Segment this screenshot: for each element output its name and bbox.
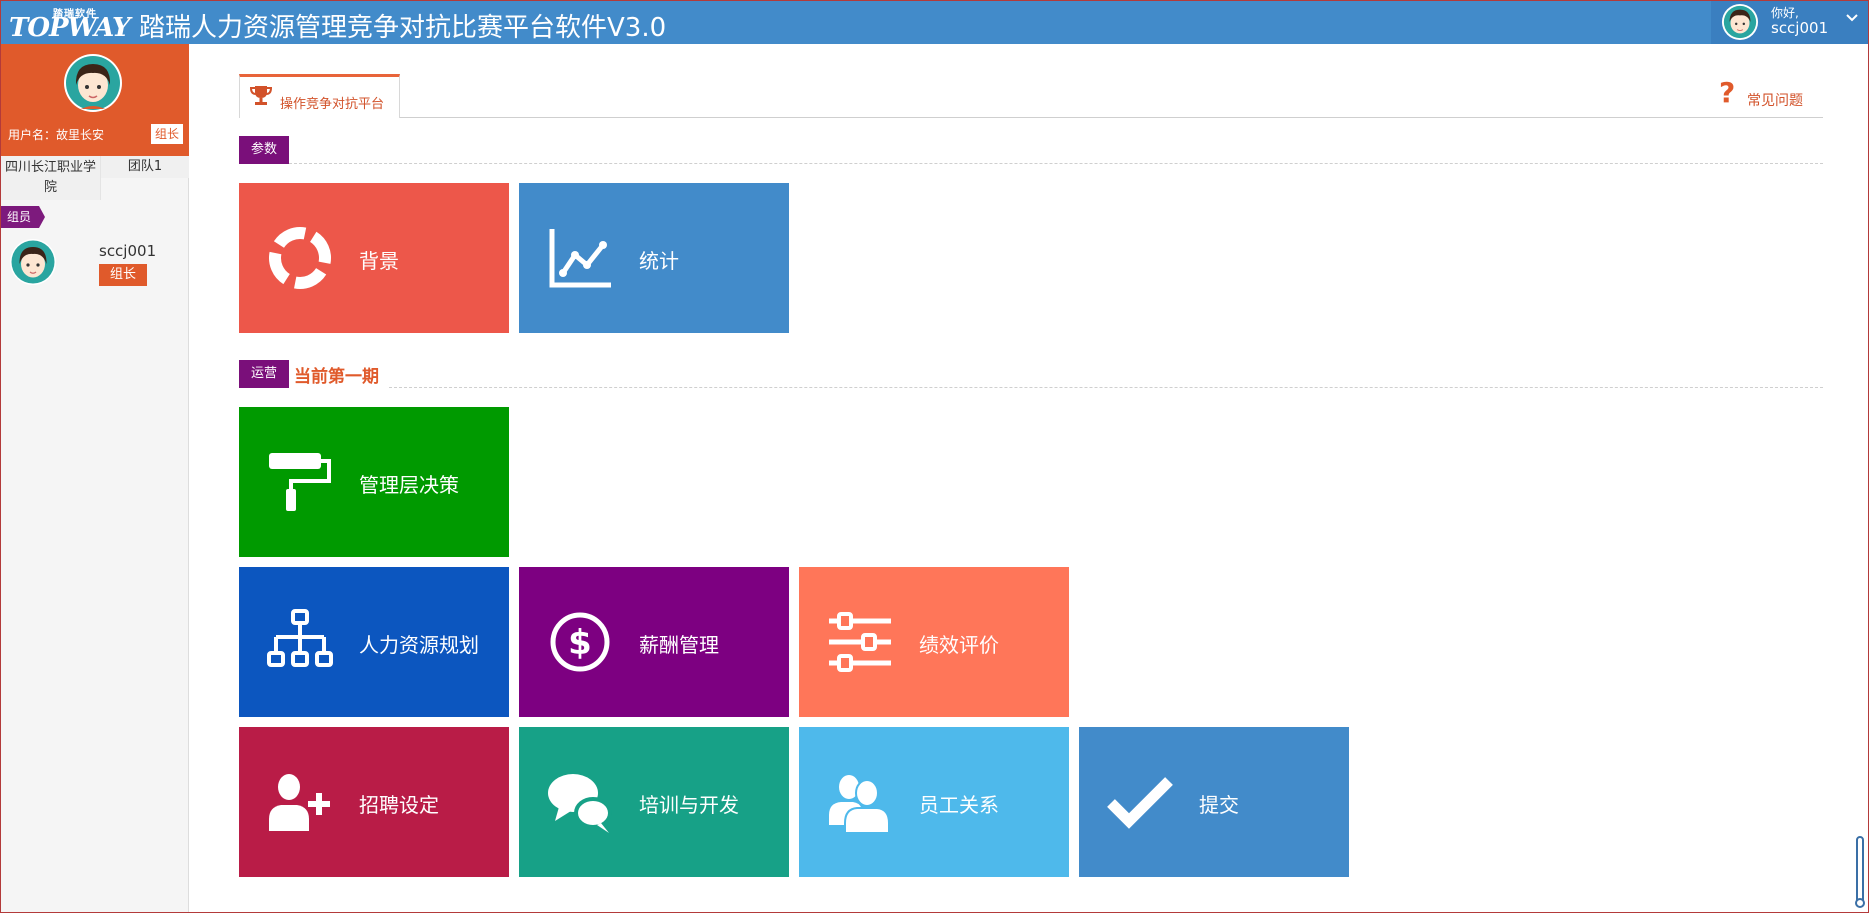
tile-label: 提交 (1199, 793, 1239, 817)
tab-competition-platform[interactable]: 操作竞争对抗平台 (239, 74, 400, 118)
checkmark-icon (1107, 777, 1173, 829)
faq-link[interactable]: ? 常见问题 (1719, 76, 1819, 110)
tile-label: 薪酬管理 (639, 633, 719, 657)
tile-label: 人力资源规划 (359, 633, 479, 657)
trophy-icon (249, 86, 273, 105)
svg-text:$: $ (568, 623, 592, 663)
tile-background[interactable]: 背景 (239, 183, 509, 333)
tile-compensation[interactable]: $ 薪酬管理 (519, 567, 789, 717)
ops-section-header: 运营 当前第一期 (239, 360, 1823, 388)
current-period: 当前第一期 (294, 367, 379, 387)
role-badge: 组长 (151, 124, 183, 144)
line-chart-icon (549, 229, 611, 288)
member-item[interactable]: sccj001 组长 (1, 236, 189, 292)
sliders-icon (829, 612, 891, 672)
params-section-header: 参数 (239, 136, 1823, 164)
profile-card: 用户名：故里长安 组长 (1, 44, 189, 156)
app-title: 踏瑞人力资源管理竞争对抗比赛平台软件V3.0 (139, 13, 667, 43)
tile-label: 招聘设定 (359, 793, 439, 817)
team-name: 团队1 (101, 156, 189, 178)
tab-underline (239, 117, 1823, 118)
tile-submit[interactable]: 提交 (1079, 727, 1349, 877)
tile-hr-planning[interactable]: 人力资源规划 (239, 567, 509, 717)
tile-training[interactable]: 培训与开发 (519, 727, 789, 877)
sitemap-icon (267, 609, 333, 667)
section-divider (289, 163, 1823, 164)
member-name: sccj001 (99, 242, 157, 260)
user-avatar-icon (1721, 3, 1759, 41)
section-divider (389, 387, 1823, 388)
scrollbar-knob[interactable] (1855, 898, 1865, 908)
tile-label: 管理层决策 (359, 473, 459, 497)
ops-badge: 运营 (239, 360, 289, 388)
tile-performance[interactable]: 绩效评价 (799, 567, 1069, 717)
tile-statistics[interactable]: 统计 (519, 183, 789, 333)
header-username: sccj001 (1771, 19, 1829, 37)
member-role-badge: 组长 (99, 264, 147, 286)
tile-management-decision[interactable]: 管理层决策 (239, 407, 509, 557)
main-content: 操作竞争对抗平台 ? 常见问题 参数 背景 统计 运营 当前第一期 管理层决策 … (189, 44, 1868, 912)
tile-label: 员工关系 (919, 793, 999, 817)
top-bar: 踏瑞软件 TOPWAY 踏瑞人力资源管理竞争对抗比赛平台软件V3.0 你好, s… (1, 1, 1868, 44)
user-add-icon (269, 774, 330, 831)
user-menu[interactable]: 你好, sccj001 (1711, 1, 1868, 44)
chat-bubbles-icon (548, 774, 612, 833)
org-info: 四川长江职业学院 团队1 (1, 156, 189, 200)
tile-employee-relations[interactable]: 员工关系 (799, 727, 1069, 877)
tile-label: 绩效评价 (919, 633, 999, 657)
topway-logo[interactable]: 踏瑞软件 TOPWAY (9, 3, 131, 43)
members-label: 组员 (1, 206, 45, 228)
users-icon (829, 775, 890, 834)
scrollbar-thumb[interactable] (1855, 836, 1865, 908)
tile-label: 统计 (639, 249, 679, 273)
profile-avatar-icon (64, 54, 122, 112)
paint-roller-icon (269, 453, 331, 511)
tab-label: 操作竞争对抗平台 (280, 97, 385, 112)
sidebar: 用户名：故里长安 组长 四川长江职业学院 团队1 组员 sccj001 组长 (1, 44, 189, 912)
life-ring-icon (269, 227, 331, 289)
chevron-down-icon[interactable] (1845, 13, 1859, 23)
question-icon: ? (1719, 76, 1736, 109)
school-name: 四川长江职业学院 (1, 156, 101, 200)
dollar-circle-icon: $ (550, 612, 610, 672)
params-badge: 参数 (239, 136, 289, 164)
tile-label: 背景 (359, 249, 399, 273)
faq-label: 常见问题 (1747, 93, 1803, 109)
logo-wordmark: TOPWAY (9, 13, 131, 43)
tile-recruitment[interactable]: 招聘设定 (239, 727, 509, 877)
username-label: 用户名：故里长安 (8, 128, 105, 142)
member-avatar-icon (10, 239, 56, 285)
tile-label: 培训与开发 (639, 793, 739, 817)
